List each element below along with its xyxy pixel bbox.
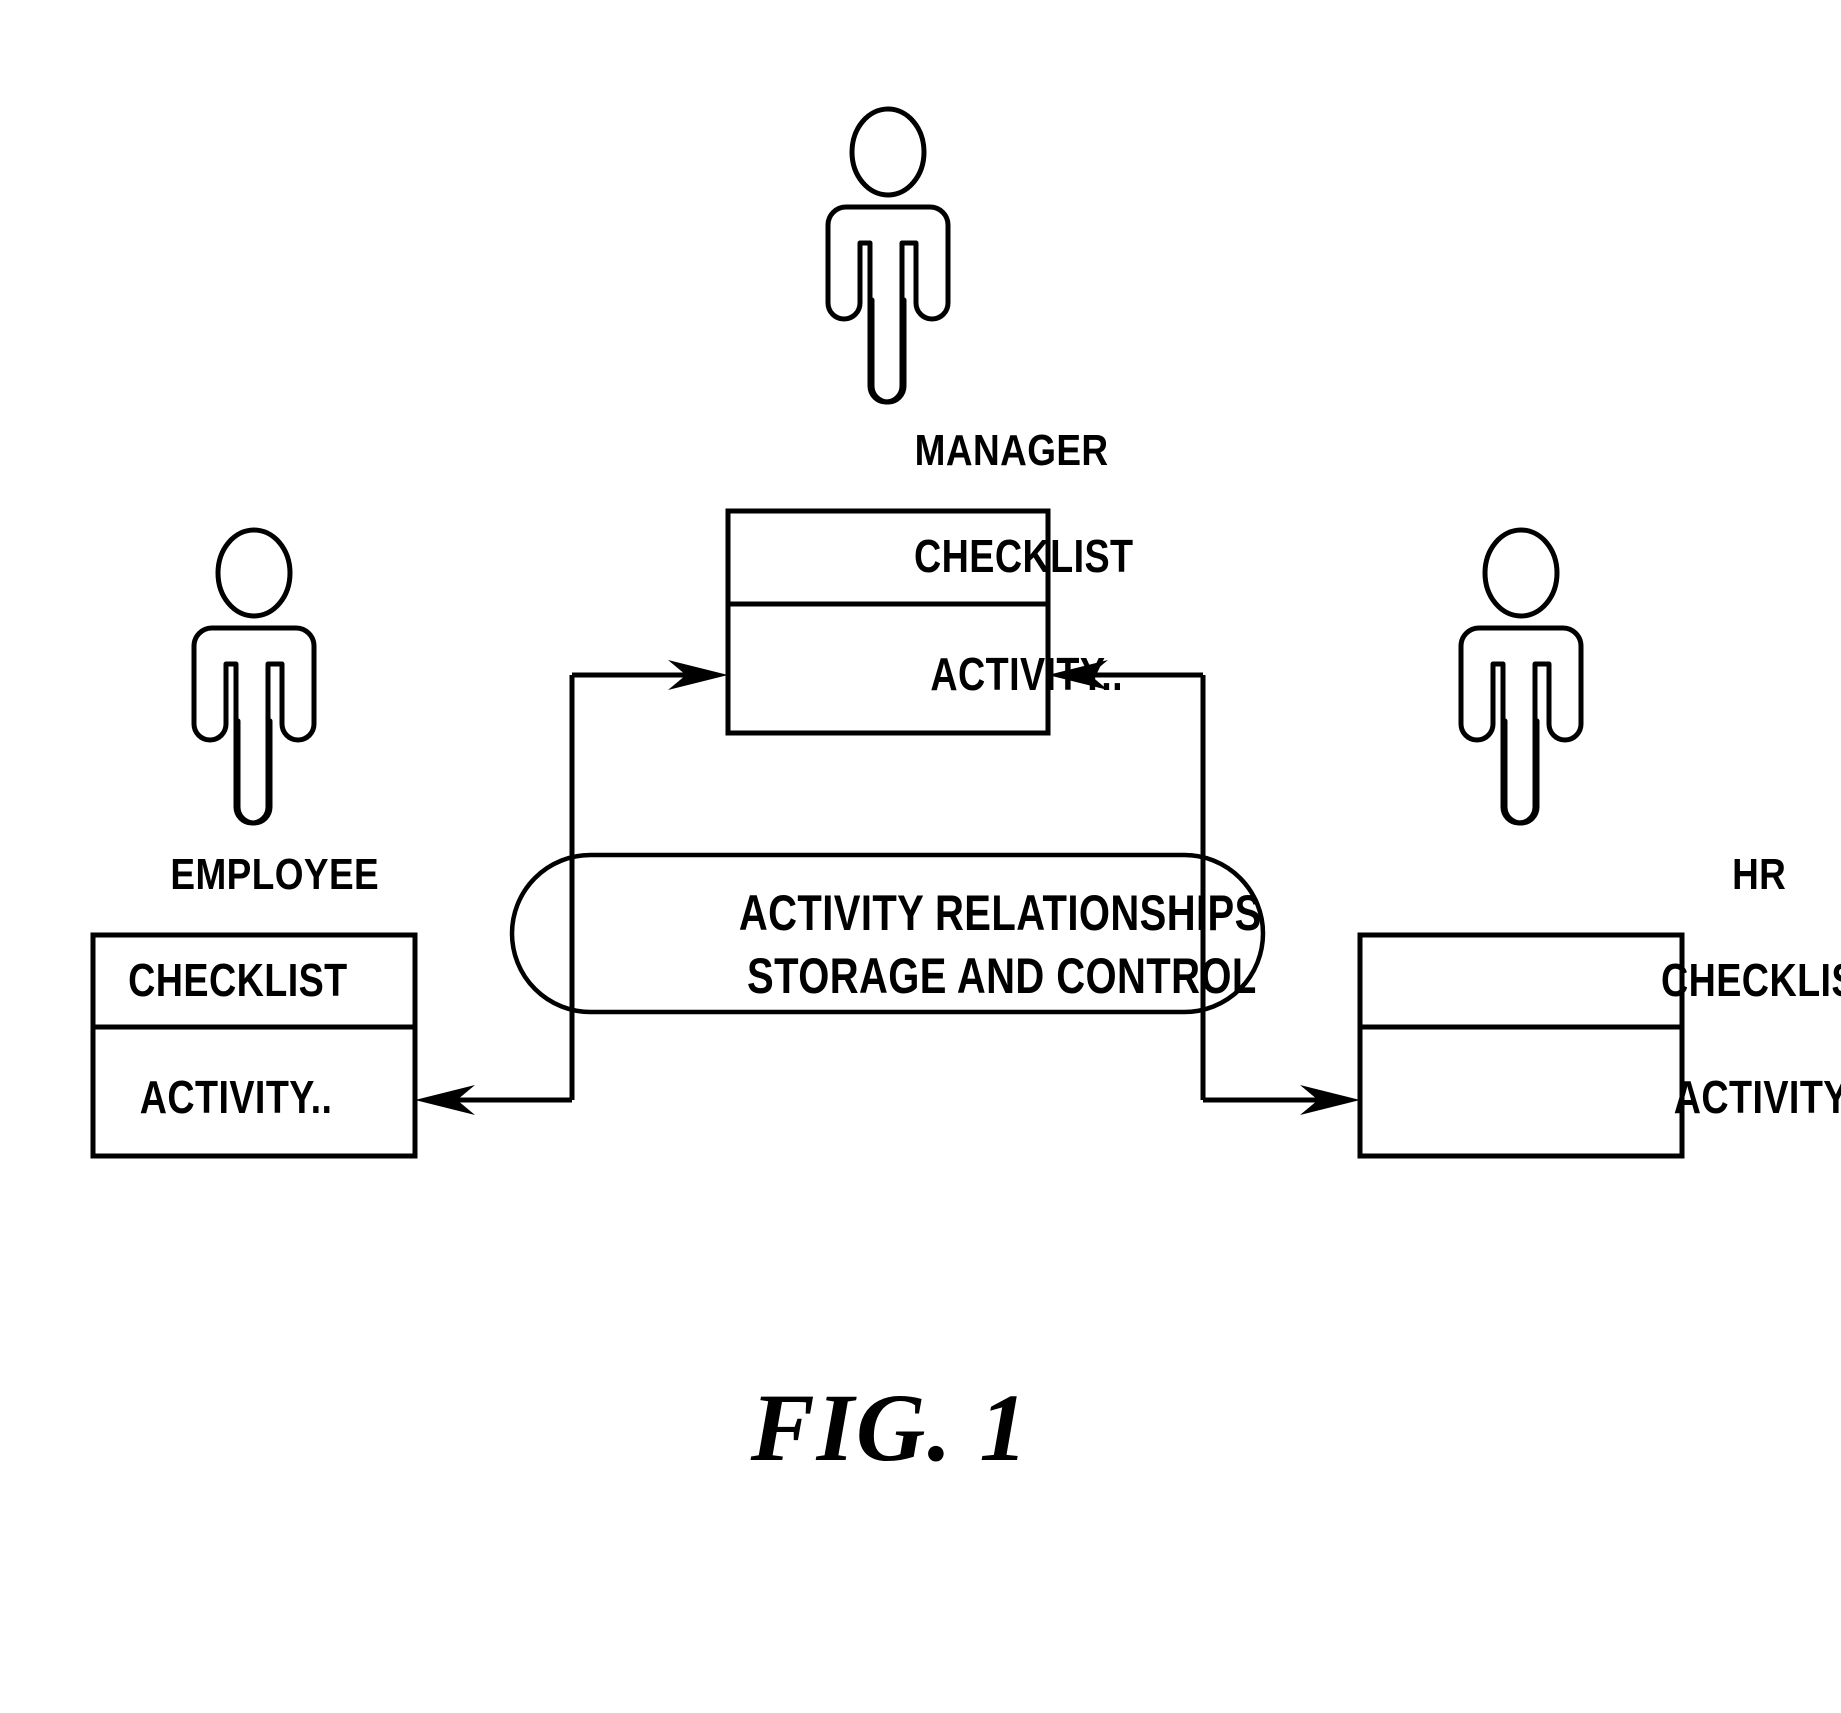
actor-manager: MANAGER CHECKLIST ACTIVITY..	[725, 106, 1133, 736]
person-icon	[825, 106, 951, 405]
manager-checklist-label: CHECKLIST	[914, 530, 1133, 581]
manager-checklist-box: CHECKLIST ACTIVITY..	[725, 508, 1133, 736]
actor-hr: HR CHECKLIST ACTIVITY..	[1357, 527, 1841, 1159]
employee-checklist-label: CHECKLIST	[128, 954, 347, 1005]
employee-checklist-box: CHECKLIST ACTIVITY..	[90, 932, 418, 1159]
person-icon	[191, 527, 317, 826]
figure-caption: FIG. 1	[750, 1374, 1030, 1481]
connector-left	[415, 660, 728, 1115]
hr-checklist-label: CHECKLIST	[1661, 954, 1841, 1005]
hr-role-label: HR	[1732, 849, 1786, 899]
hr-checklist-box: CHECKLIST ACTIVITY..	[1357, 932, 1841, 1159]
figure-diagram: MANAGER CHECKLIST ACTIVITY.. EMPLOYEE CH…	[90, 106, 1841, 1481]
store-label-line1: ACTIVITY RELATIONSHIPS	[739, 885, 1262, 941]
store-label-line2: STORAGE AND CONTROL	[747, 948, 1257, 1004]
employee-role-label: EMPLOYEE	[170, 849, 379, 899]
activity-relationships-store: ACTIVITY RELATIONSHIPS STORAGE AND CONTR…	[509, 852, 1266, 1015]
person-icon	[1458, 527, 1584, 826]
patent-figure-page: MANAGER CHECKLIST ACTIVITY.. EMPLOYEE CH…	[0, 0, 1841, 1713]
hr-activity-label: ACTIVITY..	[1674, 1071, 1841, 1122]
manager-role-label: MANAGER	[915, 425, 1109, 475]
employee-activity-label: ACTIVITY..	[140, 1071, 333, 1122]
actor-employee: EMPLOYEE CHECKLIST ACTIVITY..	[90, 527, 418, 1159]
